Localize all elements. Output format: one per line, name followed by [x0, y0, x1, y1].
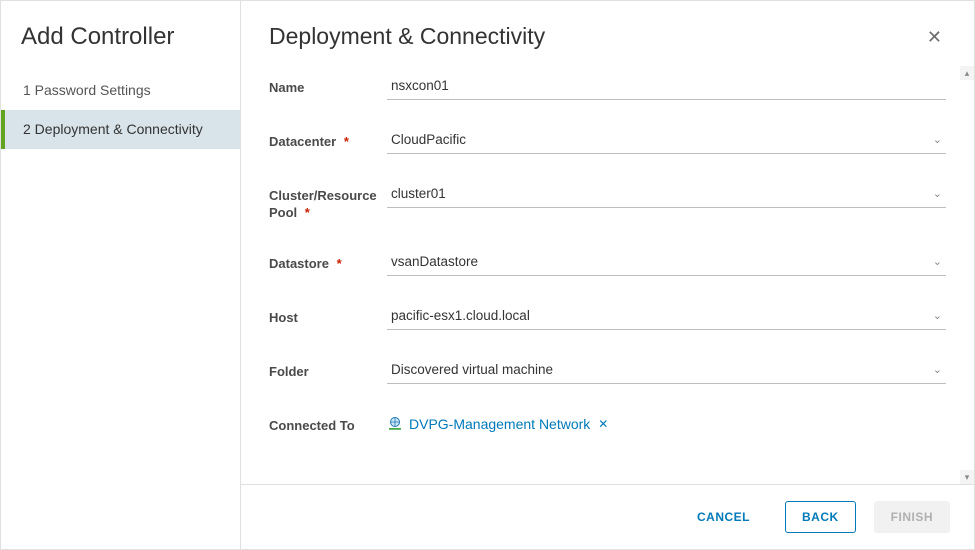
row-host: Host pacific-esx1.cloud.local ⌄ [269, 304, 946, 330]
datacenter-select[interactable]: CloudPacific ⌄ [387, 128, 946, 154]
datastore-select[interactable]: vsanDatastore ⌄ [387, 250, 946, 276]
step-label: 1 Password Settings [23, 82, 151, 98]
finish-button: FINISH [874, 501, 950, 533]
name-input[interactable]: nsxcon01 [387, 74, 946, 100]
connected-network-link[interactable]: DVPG-Management Network [409, 416, 590, 432]
step-password-settings[interactable]: 1 Password Settings [1, 71, 240, 110]
chevron-down-icon: ⌄ [933, 363, 942, 376]
label-datacenter-text: Datacenter [269, 134, 336, 149]
main-header: Deployment & Connectivity ✕ [241, 1, 974, 66]
wizard-sidebar: Add Controller 1 Password Settings 2 Dep… [1, 1, 241, 549]
cluster-select[interactable]: cluster01 ⌄ [387, 182, 946, 208]
label-connected-to: Connected To [269, 412, 387, 435]
dialog-body: Add Controller 1 Password Settings 2 Dep… [1, 1, 974, 549]
host-select[interactable]: pacific-esx1.cloud.local ⌄ [387, 304, 946, 330]
step-deployment-connectivity[interactable]: 2 Deployment & Connectivity [1, 110, 240, 149]
label-cluster: Cluster/Resource Pool * [269, 182, 387, 222]
wizard-dialog: Add Controller 1 Password Settings 2 Dep… [0, 0, 975, 550]
required-asterisk: * [337, 256, 342, 271]
label-folder: Folder [269, 358, 387, 381]
chevron-down-icon: ⌄ [933, 255, 942, 268]
datacenter-value: CloudPacific [391, 132, 927, 147]
network-icon [387, 416, 403, 432]
close-icon[interactable]: ✕ [923, 24, 946, 50]
step-label: 2 Deployment & Connectivity [23, 121, 203, 137]
form-container: Name nsxcon01 Datacenter * CloudPacific … [241, 66, 974, 484]
remove-network-icon[interactable]: ✕ [598, 417, 608, 431]
label-datacenter: Datacenter * [269, 128, 387, 151]
chevron-down-icon: ⌄ [933, 187, 942, 200]
label-cluster-text: Cluster/Resource Pool [269, 188, 377, 220]
label-name: Name [269, 74, 387, 97]
main-panel: Deployment & Connectivity ✕ ▴ Name nsxco… [241, 1, 974, 549]
back-button[interactable]: BACK [785, 501, 856, 533]
datastore-value: vsanDatastore [391, 254, 927, 269]
connected-value-group: DVPG-Management Network ✕ [387, 412, 608, 432]
row-name: Name nsxcon01 [269, 74, 946, 100]
form-scroll-region: ▴ Name nsxcon01 Datacenter * [241, 66, 974, 484]
folder-select[interactable]: Discovered virtual machine ⌄ [387, 358, 946, 384]
label-datastore-text: Datastore [269, 256, 329, 271]
row-connected-to: Connected To DVPG-Management Network ✕ [269, 412, 946, 435]
scroll-down-arrow[interactable]: ▾ [960, 470, 974, 484]
page-title: Deployment & Connectivity [269, 23, 545, 50]
chevron-down-icon: ⌄ [933, 309, 942, 322]
required-asterisk: * [305, 205, 310, 220]
required-asterisk: * [344, 134, 349, 149]
cluster-value: cluster01 [391, 186, 927, 201]
name-value: nsxcon01 [391, 78, 942, 93]
row-cluster: Cluster/Resource Pool * cluster01 ⌄ [269, 182, 946, 222]
label-datastore: Datastore * [269, 250, 387, 273]
row-datastore: Datastore * vsanDatastore ⌄ [269, 250, 946, 276]
wizard-title: Add Controller [1, 23, 240, 71]
folder-value: Discovered virtual machine [391, 362, 927, 377]
dialog-footer: CANCEL BACK FINISH [241, 484, 974, 549]
cancel-button[interactable]: CANCEL [680, 501, 767, 533]
row-datacenter: Datacenter * CloudPacific ⌄ [269, 128, 946, 154]
row-folder: Folder Discovered virtual machine ⌄ [269, 358, 946, 384]
label-host: Host [269, 304, 387, 327]
host-value: pacific-esx1.cloud.local [391, 308, 927, 323]
chevron-down-icon: ⌄ [933, 133, 942, 146]
